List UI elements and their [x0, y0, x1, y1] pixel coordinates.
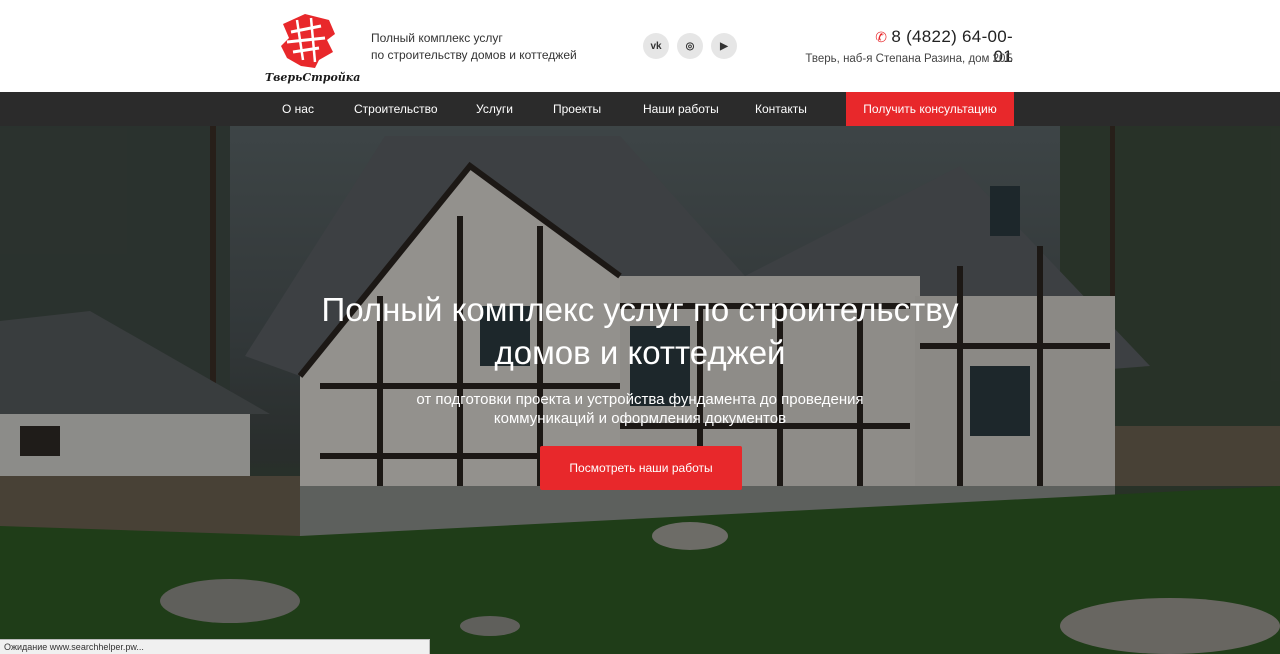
hero-subtitle-line-2: коммуникаций и оформления документов: [493, 410, 787, 427]
site-logo[interactable]: ТверьСтройка: [265, 10, 361, 86]
nav-item-projects[interactable]: Проекты: [553, 92, 601, 126]
hero-title-line-1: Полный комплекс услуг по строительству: [321, 291, 959, 328]
browser-status-bar: Ожидание www.searchhelper.pw...: [0, 639, 430, 654]
header-tagline: Полный комплекс услуг по строительству д…: [371, 30, 577, 64]
nav-item-construction[interactable]: Строительство: [354, 92, 438, 126]
nav-item-services[interactable]: Услуги: [476, 92, 513, 126]
nav-item-our-works[interactable]: Наши работы: [643, 92, 719, 126]
logo-emblem-icon: [281, 14, 335, 68]
address: Тверь, наб-я Степана Разина, дом 20Б: [805, 53, 1013, 65]
social-links: vk ◎ ▶: [643, 33, 737, 59]
vk-icon[interactable]: vk: [643, 33, 669, 59]
logo-text: ТверьСтройка: [265, 71, 361, 84]
hero-section: Полный комплекс услуг по строительству д…: [0, 126, 1280, 654]
hero-subtitle: от подготовки проекта и устройства фунда…: [340, 390, 940, 428]
tagline-line-1: Полный комплекс услуг: [371, 31, 503, 45]
hero-title: Полный комплекс услуг по строительству д…: [240, 288, 1040, 374]
consultation-button[interactable]: Получить консультацию: [846, 92, 1014, 126]
nav-item-contacts[interactable]: Контакты: [755, 92, 807, 126]
tagline-line-2: по строительству домов и коттеджей: [371, 48, 577, 62]
hero-title-line-2: домов и коттеджей: [494, 334, 786, 371]
view-works-button[interactable]: Посмотреть наши работы: [540, 446, 742, 490]
nav-item-about[interactable]: О нас: [282, 92, 314, 126]
instagram-icon[interactable]: ◎: [677, 33, 703, 59]
main-nav: О нас Строительство Услуги Проекты Наши …: [0, 92, 1280, 126]
phone-icon: ✆: [875, 29, 888, 45]
hero-subtitle-line-1: от подготовки проекта и устройства фунда…: [416, 391, 864, 408]
youtube-icon[interactable]: ▶: [711, 33, 737, 59]
site-header: ТверьСтройка Полный комплекс услуг по ст…: [0, 0, 1280, 92]
